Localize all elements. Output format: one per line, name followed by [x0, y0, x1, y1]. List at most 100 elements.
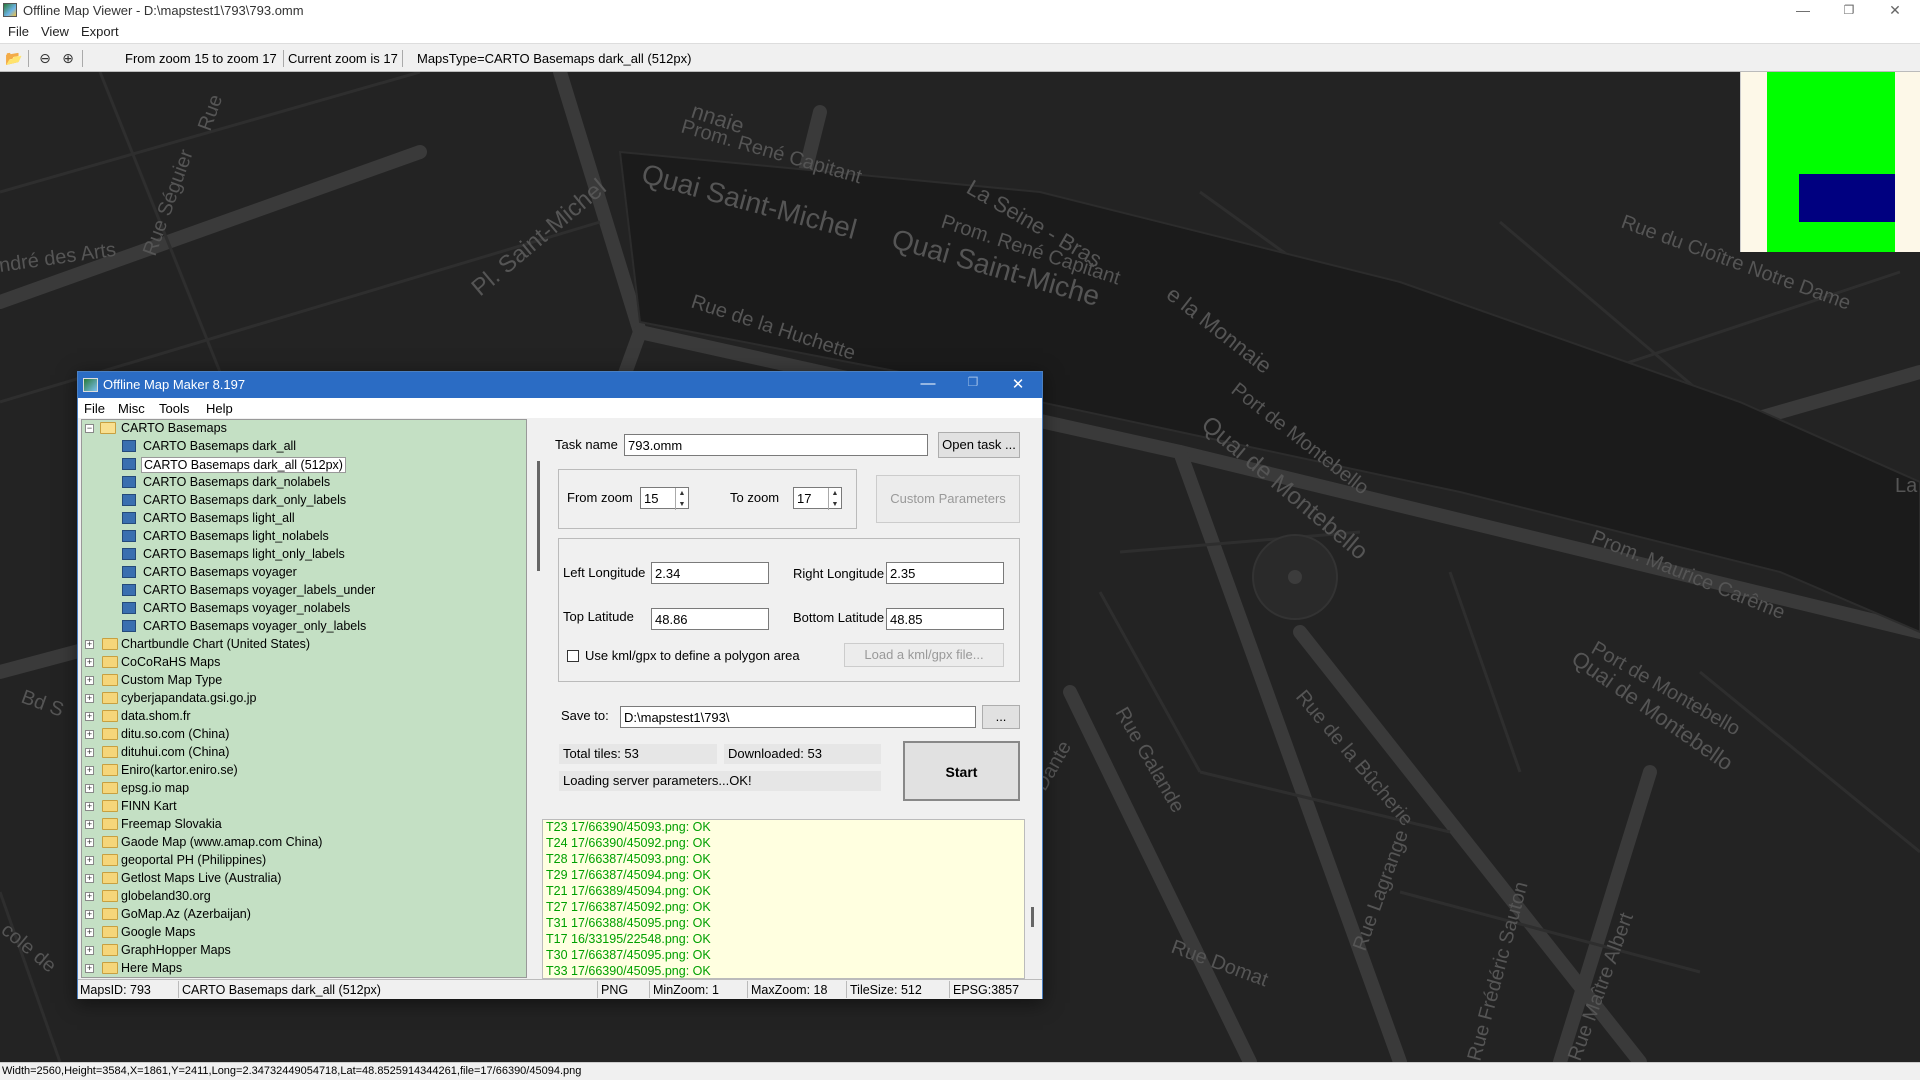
- expand-icon[interactable]: +: [85, 730, 94, 739]
- tree-group-label: Gaode Map (www.amap.com China): [121, 835, 323, 849]
- map-tile-icon: [122, 602, 136, 614]
- expand-icon[interactable]: +: [85, 766, 94, 775]
- dialog-menu-help[interactable]: Help: [206, 401, 233, 416]
- open-folder-icon[interactable]: 📂: [5, 49, 23, 67]
- folder-icon: [102, 944, 118, 956]
- log-line: T21 17/66389/45094.png: OK: [546, 884, 711, 898]
- dialog-close-button[interactable]: ✕: [998, 375, 1038, 393]
- open-task-button[interactable]: Open task ...: [938, 432, 1020, 458]
- to-zoom-label: To zoom: [730, 490, 780, 505]
- bottom-latitude-input[interactable]: [886, 608, 1004, 630]
- dialog-maximize-button[interactable]: ❐: [953, 375, 993, 389]
- minimize-button[interactable]: —: [1780, 0, 1826, 22]
- folder-icon: [102, 872, 118, 884]
- expand-icon[interactable]: +: [85, 874, 94, 883]
- dialog-status-bar: MapsID: 793 CARTO Basemaps dark_all (512…: [78, 979, 1042, 999]
- overview-minimap[interactable]: [1740, 72, 1920, 252]
- tree-item-label: CARTO Basemaps light_only_labels: [143, 547, 345, 561]
- map-label: Pl. Saint-Michel: [467, 174, 612, 302]
- folder-icon: [102, 908, 118, 920]
- custom-parameters-button[interactable]: Custom Parameters: [876, 475, 1020, 523]
- kml-checkbox[interactable]: [567, 650, 579, 662]
- main-menu-bar: File View Export: [0, 22, 1920, 42]
- dialog-minimize-button[interactable]: —: [908, 375, 948, 392]
- to-zoom-spin-buttons[interactable]: ▲ ▼: [828, 488, 841, 510]
- expand-icon[interactable]: +: [85, 694, 94, 703]
- expand-icon[interactable]: +: [85, 784, 94, 793]
- to-zoom-value: 17: [797, 491, 812, 506]
- expand-icon[interactable]: +: [85, 640, 94, 649]
- minimap-coverage: [1767, 72, 1895, 252]
- expand-icon[interactable]: +: [85, 946, 94, 955]
- menu-export[interactable]: Export: [81, 24, 119, 39]
- zoom-out-icon[interactable]: ⊖: [36, 49, 54, 67]
- status-divider: [597, 981, 598, 998]
- collapse-icon[interactable]: −: [85, 424, 94, 433]
- expand-icon[interactable]: +: [85, 802, 94, 811]
- tree-group-label: dituhui.com (China): [121, 745, 230, 759]
- right-longitude-input[interactable]: [886, 562, 1004, 584]
- dialog-menu-file[interactable]: File: [84, 401, 105, 416]
- close-button[interactable]: ✕: [1872, 0, 1918, 22]
- expand-icon[interactable]: +: [85, 820, 94, 829]
- spin-down-icon[interactable]: ▼: [676, 499, 688, 510]
- map-label: Rue Domat: [1168, 936, 1271, 991]
- map-tile-icon: [122, 458, 136, 470]
- spin-up-icon[interactable]: ▲: [829, 488, 841, 499]
- tree-group-label: Eniro(kartor.eniro.se): [121, 763, 238, 777]
- expand-icon[interactable]: +: [85, 658, 94, 667]
- tree-group-label: GoMap.Az (Azerbaijan): [121, 907, 251, 921]
- tree-scrollbar-thumb[interactable]: [537, 461, 540, 571]
- expand-icon[interactable]: +: [85, 748, 94, 757]
- minimap-viewport[interactable]: [1799, 174, 1895, 222]
- from-zoom-value: 15: [644, 491, 659, 506]
- menu-view[interactable]: View: [41, 24, 69, 39]
- from-zoom-spin-buttons[interactable]: ▲ ▼: [675, 488, 688, 510]
- log-line: T24 17/66390/45092.png: OK: [546, 836, 711, 850]
- tree-group-label: CoCoRaHS Maps: [121, 655, 221, 669]
- dialog-menu-tools[interactable]: Tools: [159, 401, 189, 416]
- to-zoom-spinner[interactable]: 17 ▲ ▼: [793, 487, 842, 510]
- folder-icon: [102, 836, 118, 848]
- menu-file[interactable]: File: [8, 24, 29, 39]
- log-scrollbar-thumb[interactable]: [1031, 907, 1034, 927]
- tree-item-label: CARTO Basemaps dark_all: [143, 439, 297, 453]
- expand-icon[interactable]: +: [85, 964, 94, 973]
- folder-icon: [102, 782, 118, 794]
- tree-group-label: Custom Map Type: [121, 673, 223, 687]
- expand-icon[interactable]: +: [85, 892, 94, 901]
- spin-up-icon[interactable]: ▲: [676, 488, 688, 499]
- maps-id-status: MapsID: 793: [80, 983, 151, 997]
- expand-icon[interactable]: +: [85, 676, 94, 685]
- top-latitude-input[interactable]: [651, 608, 769, 630]
- tree-item-label: CARTO Basemaps dark_nolabels: [143, 475, 331, 489]
- toolbar: 📂 ⊖ ⊕ From zoom 15 to zoom 17 Current zo…: [0, 43, 1920, 72]
- spin-down-icon[interactable]: ▼: [829, 499, 841, 510]
- restore-button[interactable]: ❐: [1826, 0, 1872, 22]
- save-to-input[interactable]: [620, 706, 976, 728]
- zoom-in-icon[interactable]: ⊕: [59, 49, 77, 67]
- start-button[interactable]: Start: [903, 741, 1020, 801]
- map-label: La: [1895, 475, 1918, 497]
- offline-map-maker-dialog: Offline Map Maker 8.197 — ❐ ✕ File Misc …: [77, 371, 1043, 999]
- task-name-input[interactable]: [624, 434, 928, 456]
- load-kml-button[interactable]: Load a kml/gpx file...: [844, 643, 1004, 667]
- browse-button[interactable]: ...: [982, 705, 1020, 729]
- log-scrollbar[interactable]: [1025, 819, 1041, 979]
- tree-group-label: CARTO Basemaps: [121, 421, 227, 435]
- dialog-menu-misc[interactable]: Misc: [118, 401, 145, 416]
- map-label: Rue Lagrange: [1349, 827, 1413, 954]
- folder-icon: [102, 692, 118, 704]
- bottom-latitude-label: Bottom Latitude: [793, 610, 885, 625]
- expand-icon[interactable]: +: [85, 712, 94, 721]
- tree-item-label: CARTO Basemaps voyager_only_labels: [143, 619, 367, 633]
- from-zoom-spinner[interactable]: 15 ▲ ▼: [640, 487, 689, 510]
- kml-checkbox-label[interactable]: Use kml/gpx to define a polygon area: [585, 648, 800, 663]
- tree-item-label: CARTO Basemaps light_nolabels: [143, 529, 329, 543]
- expand-icon[interactable]: +: [85, 910, 94, 919]
- expand-icon[interactable]: +: [85, 928, 94, 937]
- left-longitude-input[interactable]: [651, 562, 769, 584]
- expand-icon[interactable]: +: [85, 838, 94, 847]
- map-source-tree[interactable]: − CARTO Basemaps CARTO Basemaps dark_all…: [81, 419, 527, 978]
- expand-icon[interactable]: +: [85, 856, 94, 865]
